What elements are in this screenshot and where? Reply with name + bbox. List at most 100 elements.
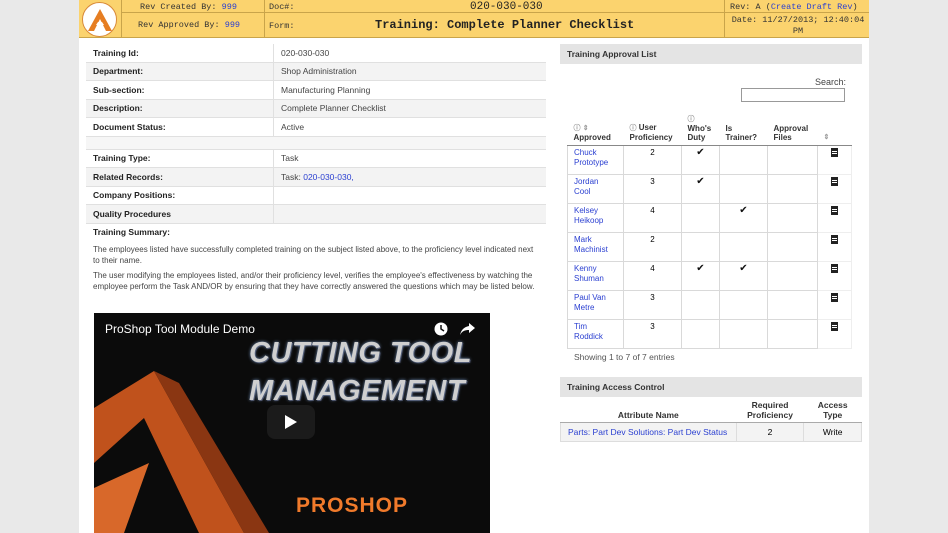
proficiency-cell: 3 [623,290,682,320]
document-icon[interactable] [831,264,838,273]
sort-icon: ⇕ [823,134,830,141]
summary-paragraph: The employees listed have successfully c… [93,245,534,265]
date-stamp: Date: 11/27/2013; 12:40:04 PM [731,15,865,36]
related-records-prefix: Task: [281,171,301,182]
doc-number: 020-030-030 [470,1,543,13]
document-icon[interactable] [831,148,838,157]
col-whos-duty[interactable]: ⓘ Who's Duty [681,112,720,146]
sort-icon: ⇕ [582,125,589,132]
video-headline-2: MANAGEMENT [249,375,466,407]
play-button[interactable] [267,405,315,439]
col-label: Approval Files [773,124,809,142]
search-label: Search: [815,77,847,87]
approval-heading: Training Approval List [560,44,862,64]
proficiency-cell: 3 [623,319,682,349]
info-row: Related Records: Task: 020-030-030, [86,168,546,187]
proficiency-cell: 2 [623,232,682,262]
info-value: Manufacturing Planning [273,81,370,99]
document-icon[interactable] [831,293,838,302]
approval-files-cell [767,145,818,175]
attribute-link[interactable]: Parts: Part Dev Solutions: Part Dev Stat… [568,427,727,437]
search-input[interactable] [741,88,845,102]
approver-link[interactable]: Paul Van Metre [574,293,606,312]
spacer [86,136,546,150]
document-icon[interactable] [831,235,838,244]
related-record-link[interactable]: 020-030-030, [303,172,354,182]
info-label: Company Positions: [93,190,176,201]
info-label: Description: [93,103,143,114]
col-label: Approved [573,133,611,142]
info-row: Department: Shop Administration [86,62,546,81]
duty-check-icon [681,203,720,233]
col-user-proficiency[interactable]: ⓘ User Proficiency [623,112,682,146]
proshop-logo-icon[interactable] [82,2,117,37]
table-info: Showing 1 to 7 of 7 entries [574,352,675,362]
rev-approved-by-link[interactable]: 999 [225,20,240,30]
approver-link[interactable]: Tim Roddick [574,322,603,341]
proficiency-cell: 4 [623,203,682,233]
info-icon: ⓘ [629,125,637,132]
duty-check-icon: ✔ [681,174,720,204]
related-records-value: Task: 020-030-030, [273,168,354,186]
duty-check-icon [681,232,720,262]
info-label: Sub-section: [93,84,145,95]
video-player[interactable]: ProShop Tool Module Demo CUTTING TOOL MA… [94,313,490,533]
document-icon[interactable] [831,177,838,186]
approver-link[interactable]: Mark Machinist [574,235,608,254]
proficiency-cell: 3 [623,174,682,204]
create-draft-rev-link[interactable]: Create Draft Rev [771,2,853,12]
info-label: Document Status: [93,121,166,132]
approver-link[interactable]: Kelsey Heikoop [574,206,603,225]
proficiency-cell: 4 [623,261,682,291]
approver-link[interactable]: Chuck Prototype [574,148,608,167]
clock-icon[interactable] [434,322,448,336]
col-required-proficiency: Required Proficiency [736,398,804,423]
rev-approved-by: Rev Approved By: 999 [138,20,240,30]
table-row: Kenny Shuman 4 ✔ ✔ [567,261,852,291]
rev-info: Rev: A (Create Draft Rev) [730,2,858,12]
access-heading: Training Access Control [560,377,862,397]
header-bar: Rev Created By: 999 Rev Approved By: 999… [79,0,869,38]
col-attribute-name: Attribute Name [560,398,737,423]
rev-created-by-link[interactable]: 999 [222,2,237,12]
approver-link[interactable]: Kenny Shuman [574,264,604,283]
document-icon[interactable] [831,206,838,215]
training-summary: The employees listed have successfully c… [86,244,546,292]
share-icon[interactable] [460,322,475,336]
duty-check-icon: ✔ [681,145,720,175]
rev-label: Rev: A ( [730,2,771,12]
table-row: Parts: Part Dev Solutions: Part Dev Stat… [560,422,862,442]
col-approval-files[interactable]: Approval Files [767,112,818,146]
approver-link[interactable]: Jordan Cool [574,177,598,196]
info-icon: ⓘ [573,125,581,132]
info-row: Training Summary: [86,223,546,241]
approval-files-cell [767,261,818,291]
video-headline-1: CUTTING TOOL [249,337,472,369]
col-approved[interactable]: ⓘ ⇕ Approved [567,112,624,146]
summary-paragraph: The user modifying the employees listed,… [93,271,535,291]
page: Rev Created By: 999 Rev Approved By: 999… [79,0,869,533]
trainer-check-icon [719,290,768,320]
access-table: Attribute Name Required Proficiency Acce… [560,398,862,442]
table-header-row: Attribute Name Required Proficiency Acce… [560,398,862,423]
approval-files-cell [767,319,818,349]
table-row: Kelsey Heikoop 4 ✔ [567,203,852,233]
info-label: Quality Procedures [93,208,171,219]
training-info: Training Id: 020-030-030 Department: Shop … [86,44,546,296]
col-is-trainer[interactable]: Is Trainer? [719,112,768,146]
trainer-check-icon [719,174,768,204]
col-actions[interactable]: ⇕ [817,112,852,146]
form-label: Form: [269,21,295,31]
rev-created-by: Rev Created By: 999 [140,2,237,12]
approval-files-cell [767,203,818,233]
duty-check-icon [681,290,720,320]
info-value [273,205,281,223]
info-value: Task [273,149,298,167]
approval-files-cell [767,290,818,320]
info-row: Quality Procedures [86,205,546,224]
video-title: ProShop Tool Module Demo [105,322,255,336]
table-row: Mark Machinist 2 [567,232,852,262]
info-row: Document Status: Active [86,118,546,137]
rev-close: ) [852,2,858,12]
document-icon[interactable] [831,322,838,331]
